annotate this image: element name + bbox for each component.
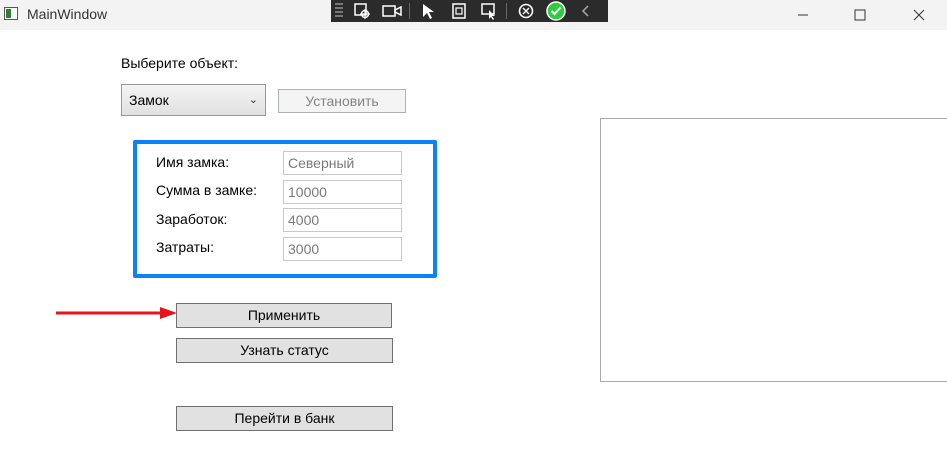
toolbar-separator (409, 3, 410, 19)
window-title: MainWindow (27, 6, 108, 22)
title-bar: MainWindow (0, 0, 947, 30)
output-panel[interactable] (600, 118, 947, 382)
castle-name-label: Имя замка: (156, 154, 230, 170)
combo-value: Замок (129, 92, 169, 108)
chevron-left-icon[interactable] (575, 2, 597, 20)
castle-name-field[interactable]: Северный (283, 151, 402, 175)
cursor-icon[interactable] (418, 2, 440, 20)
status-button[interactable]: Узнать статус (176, 338, 393, 363)
chevron-down-icon: ⌄ (248, 94, 258, 106)
expenses-label: Затраты: (156, 239, 214, 255)
minimize-icon (798, 14, 808, 16)
minimize-button[interactable] (780, 0, 826, 30)
earnings-field[interactable]: 4000 (283, 208, 402, 232)
apply-button[interactable]: Применить (176, 303, 392, 328)
video-icon[interactable] (381, 2, 403, 20)
bank-button[interactable]: Перейти в банк (176, 406, 393, 431)
set-button[interactable]: Установить (278, 89, 406, 113)
toolbar-grip[interactable] (335, 3, 343, 19)
select-element-icon[interactable] (351, 2, 373, 20)
layout-cursor-icon[interactable] (478, 2, 500, 20)
earnings-label: Заработок: (156, 211, 228, 227)
check-icon[interactable] (545, 1, 567, 21)
close-button[interactable] (896, 0, 942, 30)
maximize-button[interactable] (837, 0, 883, 30)
object-combobox[interactable]: Замок ⌄ (121, 84, 266, 116)
select-object-label: Выберите объект: (121, 55, 239, 71)
close-icon (913, 9, 925, 21)
castle-sum-label: Сумма в замке: (156, 182, 257, 198)
toolbar-separator (506, 3, 507, 19)
debug-toolbar (331, 0, 608, 22)
hot-reload-icon[interactable] (515, 2, 537, 20)
maximize-icon (854, 9, 866, 21)
castle-sum-field[interactable]: 10000 (283, 180, 402, 204)
expenses-field[interactable]: 3000 (283, 237, 402, 261)
red-arrow (56, 307, 177, 319)
square-icon[interactable] (448, 2, 470, 20)
app-icon (4, 7, 18, 20)
